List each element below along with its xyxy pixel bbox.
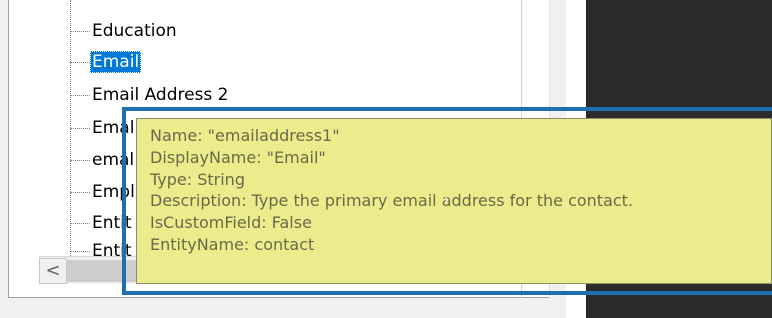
tree-connector bbox=[70, 191, 90, 193]
tree-item-education[interactable]: Education bbox=[70, 20, 179, 42]
tooltip-type: Type: String bbox=[150, 169, 245, 189]
tree-item-label: Email Address 2 bbox=[92, 85, 229, 105]
tree-connector bbox=[70, 222, 90, 224]
attribute-tooltip: Name: "emailaddress1" DisplayName: "Emai… bbox=[136, 118, 772, 284]
scroll-left-button[interactable]: < bbox=[39, 257, 67, 284]
tree-item-email-address-2[interactable]: Email Address 2 bbox=[70, 84, 231, 106]
chevron-left-icon: < bbox=[45, 260, 61, 281]
tree-item-email[interactable]: Email bbox=[70, 51, 142, 73]
tree-connector bbox=[70, 94, 90, 96]
tooltip-description: Description: Type the primary email addr… bbox=[150, 191, 634, 211]
tree-connector bbox=[70, 159, 90, 161]
tree-item-label: Education bbox=[92, 21, 177, 41]
tree-connector bbox=[70, 30, 90, 32]
tooltip-display-name: DisplayName: "Email" bbox=[150, 147, 326, 167]
tree-connector bbox=[70, 250, 90, 252]
tree-connector bbox=[70, 127, 90, 129]
mouse-cursor-icon: › bbox=[444, 192, 450, 208]
tooltip-name: Name: "emailaddress1" bbox=[150, 126, 340, 145]
tooltip-is-custom-field: IsCustomField: False bbox=[150, 213, 312, 233]
tree-item-label: Email bbox=[90, 51, 142, 73]
tooltip-entity-name: EntityName: contact bbox=[150, 234, 315, 254]
tree-connector bbox=[70, 61, 90, 63]
